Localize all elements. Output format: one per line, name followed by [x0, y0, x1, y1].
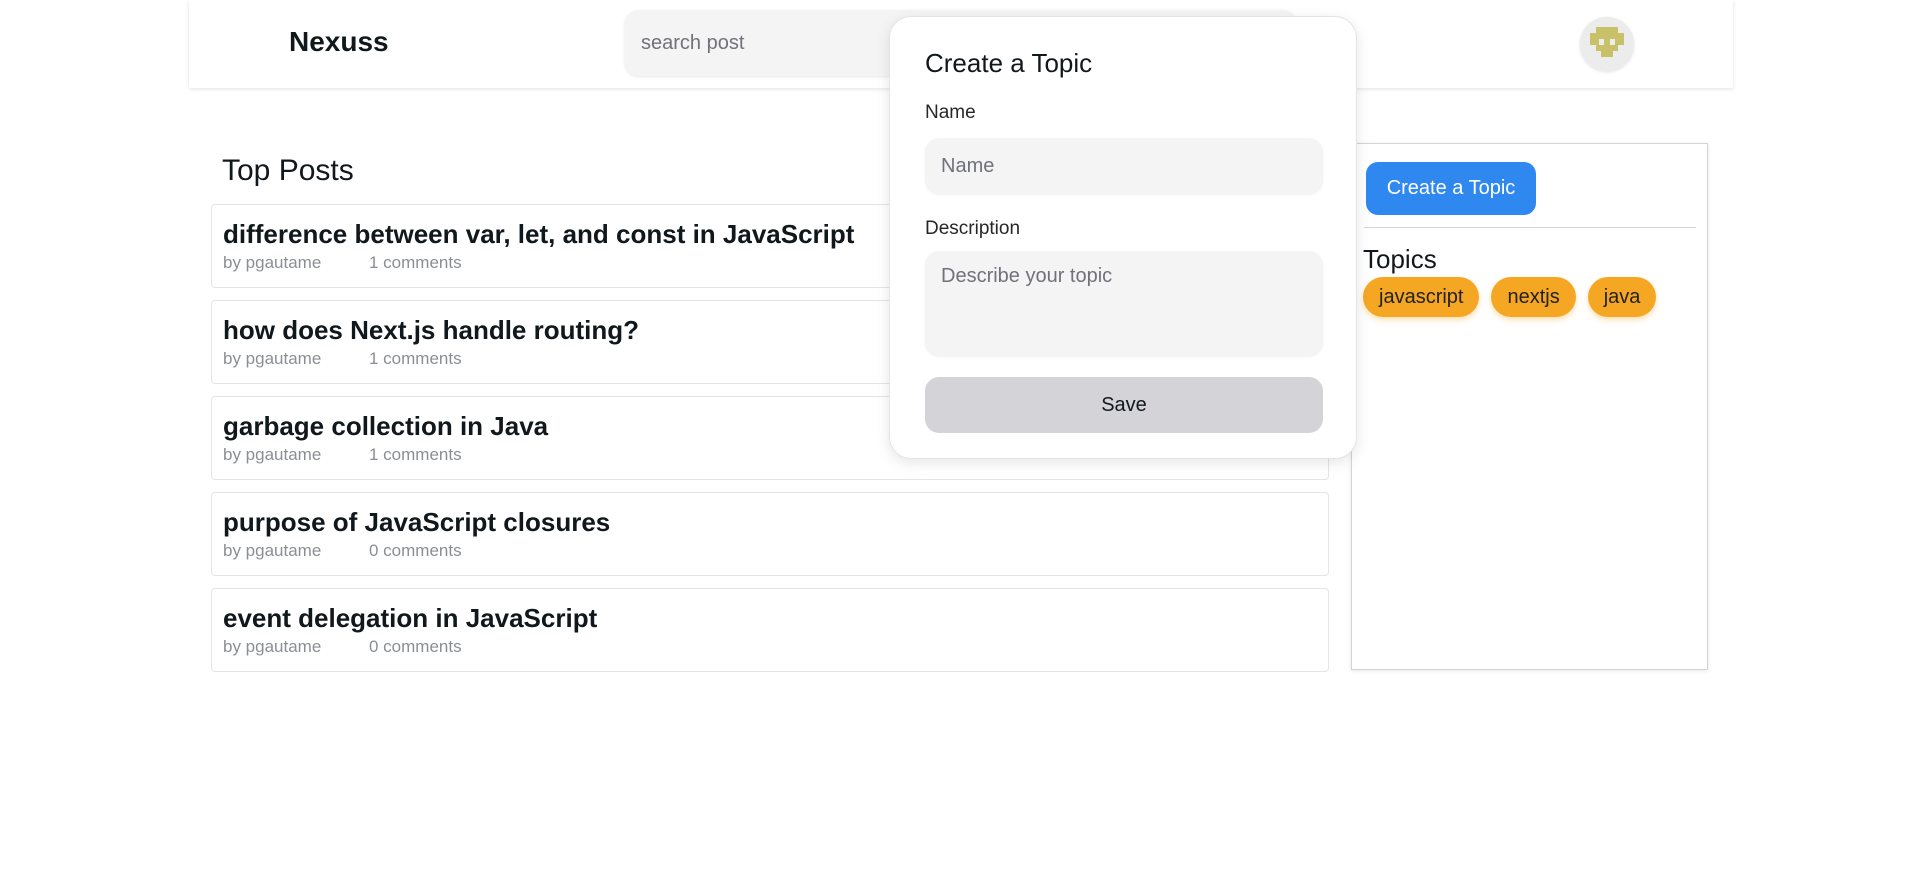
avatar-icon[interactable] [1580, 17, 1634, 71]
divider [1364, 227, 1696, 228]
post-author: by pgautame [223, 253, 322, 272]
create-topic-button[interactable]: Create a Topic [1366, 162, 1536, 215]
topic-chip-nextjs[interactable]: nextjs [1491, 277, 1576, 317]
topic-chip-javascript[interactable]: javascript [1363, 277, 1480, 317]
section-title: Top Posts [222, 154, 354, 187]
post-item[interactable]: purpose of JavaScript closures by pgauta… [211, 492, 1329, 576]
post-author: by pgautame [223, 637, 322, 656]
create-topic-popover: Create a Topic Name Description Save [889, 16, 1357, 459]
description-input[interactable] [925, 251, 1323, 356]
post-meta: by pgautame 0 comments [223, 541, 1328, 561]
post-comments: 1 comments [369, 349, 462, 368]
topic-chip-java[interactable]: java [1587, 277, 1657, 317]
topic-chips: javascript nextjs java [1363, 277, 1657, 317]
post-comments: 1 comments [369, 253, 462, 272]
page: Nexuss Top Posts difference betwee [0, 0, 1919, 877]
description-label: Description [925, 218, 1021, 239]
popover-title: Create a Topic [925, 48, 1093, 78]
post-item[interactable]: event delegation in JavaScript by pgauta… [211, 588, 1329, 672]
post-meta: by pgautame 0 comments [223, 637, 1328, 657]
name-label: Name [925, 102, 976, 123]
topics-title: Topics [1363, 244, 1437, 274]
post-author: by pgautame [223, 349, 322, 368]
brand-logo[interactable]: Nexuss [289, 26, 389, 58]
post-title[interactable]: purpose of JavaScript closures [223, 507, 1328, 537]
post-comments: 1 comments [369, 445, 462, 464]
post-comments: 0 comments [369, 637, 462, 656]
save-button[interactable]: Save [925, 377, 1323, 433]
post-author: by pgautame [223, 445, 322, 464]
name-input[interactable] [925, 138, 1323, 194]
post-comments: 0 comments [369, 541, 462, 560]
post-author: by pgautame [223, 541, 322, 560]
post-title[interactable]: event delegation in JavaScript [223, 603, 1328, 633]
sidebar: Create a Topic Topics javascript nextjs … [1351, 143, 1708, 670]
